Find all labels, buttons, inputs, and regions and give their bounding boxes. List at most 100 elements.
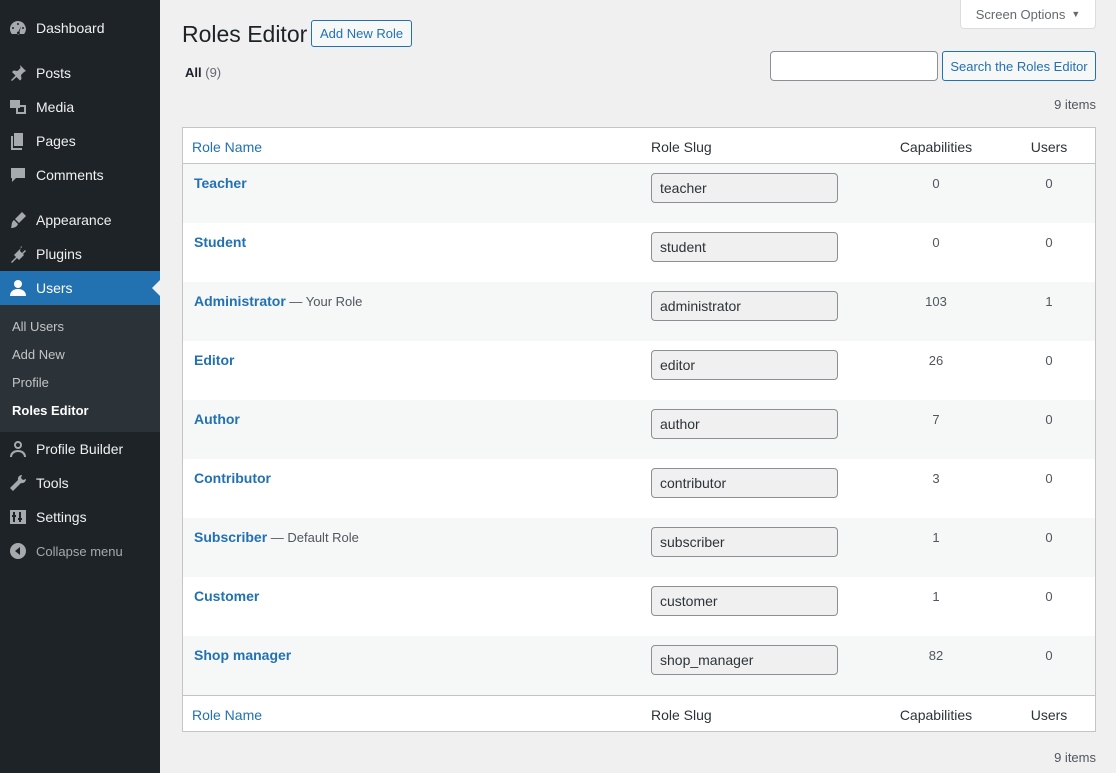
role-name-link[interactable]: Subscriber (194, 529, 267, 545)
sidebar-item-posts[interactable]: Posts (0, 56, 160, 90)
table-row: Customer 1 0 (183, 577, 1095, 636)
table-footer: Role Name Role Slug Capabilities Users (183, 695, 1095, 731)
table-header: Role Name Role Slug Capabilities Users (183, 128, 1095, 164)
items-count-top: 9 items (1054, 97, 1096, 112)
capabilities-count: 0 (932, 235, 940, 250)
role-name-link[interactable]: Customer (194, 588, 259, 604)
sidebar-item-settings[interactable]: Settings (0, 500, 160, 534)
users-count: 0 (1045, 412, 1053, 427)
pages-icon (0, 131, 36, 151)
role-slug-field[interactable] (651, 409, 838, 439)
capabilities-count: 7 (932, 412, 940, 427)
role-slug-field[interactable] (651, 232, 838, 262)
filter-all-label: All (185, 65, 202, 80)
page-title: Roles Editor (182, 21, 308, 47)
sidebar-item-label: Comments (36, 167, 104, 183)
role-name-link[interactable]: Contributor (194, 470, 271, 486)
roles-table: Role Name Role Slug Capabilities Users T… (182, 127, 1096, 732)
role-slug-field[interactable] (651, 350, 838, 380)
search-input[interactable] (770, 51, 938, 81)
submenu-item-add-new[interactable]: Add New (12, 347, 65, 362)
sidebar-item-plugins[interactable]: Plugins (0, 237, 160, 271)
role-name-cell: Editor (194, 352, 234, 368)
capabilities-count: 103 (925, 294, 947, 309)
table-row: Author 7 0 (183, 400, 1095, 459)
collapse-arrow-icon (0, 541, 36, 561)
column-header-role-name[interactable]: Role Name (192, 139, 262, 155)
person-outline-icon (0, 439, 36, 459)
submenu-item-roles-editor[interactable]: Roles Editor (12, 403, 89, 418)
sidebar-item-media[interactable]: Media (0, 90, 160, 124)
sidebar-item-label: Users (36, 280, 73, 296)
users-count: 0 (1045, 471, 1053, 486)
comment-icon (0, 165, 36, 185)
role-slug-field[interactable] (651, 527, 838, 557)
role-name-link[interactable]: Editor (194, 352, 234, 368)
users-count: 0 (1045, 176, 1053, 191)
users-count: 1 (1045, 294, 1053, 309)
capabilities-count: 0 (932, 176, 940, 191)
sidebar-item-comments[interactable]: Comments (0, 158, 160, 192)
wrench-icon (0, 473, 36, 493)
role-name-cell: Teacher (194, 175, 247, 191)
role-name-cell: Student (194, 234, 246, 250)
sidebar-item-label: Posts (36, 65, 72, 81)
collapse-menu-button[interactable]: Collapse menu (0, 534, 160, 568)
capabilities-count: 1 (932, 589, 940, 604)
role-name-cell: Customer (194, 588, 259, 604)
role-name-cell: Author (194, 411, 240, 427)
sidebar-item-label: Settings (36, 509, 87, 525)
sidebar-item-appearance[interactable]: Appearance (0, 203, 160, 237)
admin-sidebar: Dashboard Posts Media Pages Comments App… (0, 0, 160, 773)
table-row: Subscriber — Default Role 1 0 (183, 518, 1095, 577)
role-slug-field[interactable] (651, 468, 838, 498)
add-new-role-button[interactable]: Add New Role (311, 20, 413, 47)
role-name-link[interactable]: Student (194, 234, 246, 250)
search-roles-button[interactable]: Search the Roles Editor (942, 51, 1096, 81)
user-icon (0, 278, 36, 298)
pin-icon (0, 63, 36, 83)
role-name-link[interactable]: Shop manager (194, 647, 291, 663)
sidebar-item-label: Appearance (36, 212, 112, 228)
role-name-link[interactable]: Author (194, 411, 240, 427)
role-name-link[interactable]: Administrator (194, 293, 286, 309)
filter-all-link[interactable]: All (9) (185, 65, 221, 80)
role-name-cell: Contributor (194, 470, 271, 486)
role-slug-field[interactable] (651, 586, 838, 616)
column-header-capabilities: Capabilities (899, 139, 973, 155)
users-count: 0 (1045, 353, 1053, 368)
table-row: Student 0 0 (183, 223, 1095, 282)
capabilities-count: 26 (928, 353, 944, 368)
submenu-item-all-users[interactable]: All Users (12, 319, 64, 334)
settings-sliders-icon (0, 507, 36, 527)
column-header-users: Users (1030, 139, 1068, 155)
table-row: Administrator — Your Role 103 1 (183, 282, 1095, 341)
capabilities-count: 3 (932, 471, 940, 486)
users-count: 0 (1045, 648, 1053, 663)
sidebar-item-dashboard[interactable]: Dashboard (0, 11, 160, 45)
collapse-menu-label: Collapse menu (36, 543, 123, 559)
sidebar-item-users[interactable]: Users (0, 271, 160, 305)
submenu-item-profile[interactable]: Profile (12, 375, 49, 390)
role-name-link[interactable]: Teacher (194, 175, 247, 191)
sidebar-item-profile-builder[interactable]: Profile Builder (0, 432, 160, 466)
sidebar-item-label: Tools (36, 475, 69, 491)
role-slug-field[interactable] (651, 291, 838, 321)
sidebar-item-label: Profile Builder (36, 441, 124, 457)
column-footer-role-name[interactable]: Role Name (192, 707, 262, 723)
sidebar-item-pages[interactable]: Pages (0, 124, 160, 158)
screen-options-button[interactable]: Screen Options ▼ (960, 0, 1096, 29)
users-submenu: All Users Add New Profile Roles Editor (0, 305, 160, 432)
brush-icon (0, 210, 36, 230)
sidebar-item-label: Plugins (36, 246, 82, 262)
table-row: Teacher 0 0 (183, 164, 1095, 223)
column-footer-role-slug: Role Slug (651, 707, 712, 723)
table-row: Contributor 3 0 (183, 459, 1095, 518)
users-count: 0 (1045, 235, 1053, 250)
table-row: Shop manager 82 0 (183, 636, 1095, 695)
role-slug-field[interactable] (651, 173, 838, 203)
role-slug-field[interactable] (651, 645, 838, 675)
sidebar-item-tools[interactable]: Tools (0, 466, 160, 500)
column-footer-capabilities: Capabilities (899, 707, 973, 723)
column-header-role-slug: Role Slug (651, 139, 712, 155)
